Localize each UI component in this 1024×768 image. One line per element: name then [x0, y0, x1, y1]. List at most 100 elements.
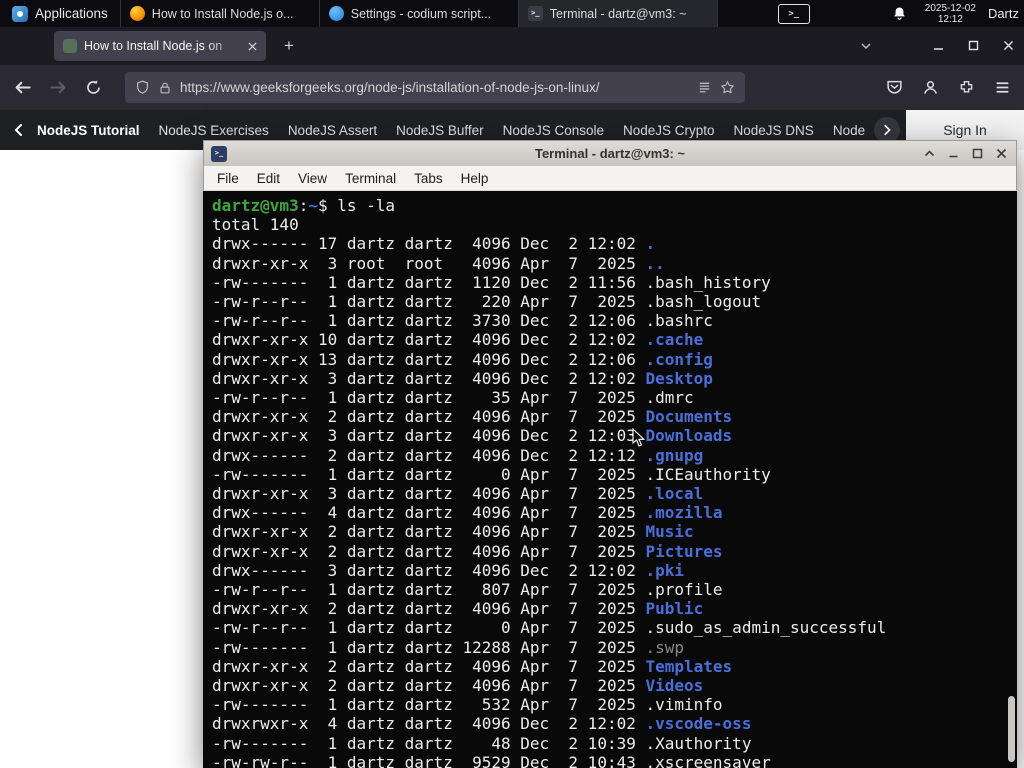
taskbar-window-terminal[interactable]: >_ Terminal - dartz@vm3: ~: [518, 0, 718, 27]
prompt-segment: ls -la: [337, 196, 396, 215]
browser-maximize-icon[interactable]: [967, 39, 980, 52]
browser-close-icon[interactable]: [1002, 39, 1015, 52]
sign-in-button[interactable]: Sign In: [943, 122, 987, 138]
terminal-scrollbar[interactable]: [1006, 191, 1017, 768]
terminal-output-line: -rw------- 1 dartz dartz 0 Apr 7 2025 .I…: [212, 465, 1003, 484]
terminal-scrollbar-thumb[interactable]: [1008, 696, 1015, 762]
file-meta: drwxr-xr-x 3 dartz dartz 4096 Dec 2 12:0…: [212, 368, 646, 388]
clock-date: 2025-12-02: [924, 2, 976, 14]
site-nav-item-active[interactable]: NodeJS Tutorial: [37, 123, 140, 138]
file-name: .Xauthority: [645, 733, 752, 753]
nav-scroll-left-icon[interactable]: [12, 123, 26, 137]
terminal-icon: >_: [527, 6, 543, 21]
taskbar-window-codium[interactable]: Settings - codium script...: [320, 0, 519, 27]
file-name: ..: [645, 253, 665, 273]
file-name: .xscreensaver: [645, 752, 771, 768]
site-nav-item-nodejs-dns[interactable]: NodeJS DNS: [734, 123, 814, 138]
list-tabs-chevron-icon[interactable]: [860, 40, 872, 52]
url-bar[interactable]: https://www.geeksforgeeks.org/node-js/in…: [125, 72, 745, 103]
terminal-output-line: -rw-r--r-- 1 dartz dartz 3730 Dec 2 12:0…: [212, 311, 1003, 330]
new-tab-button[interactable]: +: [284, 36, 294, 55]
browser-minimize-icon[interactable]: [932, 39, 945, 52]
terminal-menu-tabs[interactable]: Tabs: [405, 171, 452, 186]
terminal-menu-terminal[interactable]: Terminal: [336, 171, 405, 186]
terminal-output-line: drwxrwxr-x 4 dartz dartz 4096 Dec 2 12:0…: [212, 714, 1003, 733]
prompt-segment: :: [298, 196, 309, 215]
tray-terminal-icon[interactable]: >_: [777, 3, 810, 24]
file-meta: drwxr-xr-x 3 dartz dartz 4096 Dec 2 12:0…: [212, 426, 646, 446]
terminal-output[interactable]: dartz@vm3:~$ ls -la total 140 drwx------…: [203, 191, 1017, 768]
terminal-output-line: drwxr-xr-x 10 dartz dartz 4096 Dec 2 12:…: [212, 330, 1003, 349]
reload-button[interactable]: [85, 79, 102, 96]
site-nav-item-nodejs-exercises[interactable]: NodeJS Exercises: [159, 123, 269, 138]
terminal-menu-view[interactable]: View: [289, 171, 336, 186]
file-meta: drwxr-xr-x 13 dartz dartz 4096 Dec 2 12:…: [212, 349, 646, 369]
file-name: .swp: [645, 637, 685, 657]
terminal-minimize-icon[interactable]: [947, 147, 960, 160]
file-meta: drwxr-xr-x 2 dartz dartz 4096 Apr 7 2025: [212, 541, 646, 561]
file-name: .sudo_as_admin_successful: [645, 618, 887, 638]
terminal-menu-edit[interactable]: Edit: [248, 171, 289, 186]
file-meta: -rw-r--r-- 1 dartz dartz 3730 Dec 2 12:0…: [212, 311, 646, 331]
browser-tab[interactable]: How to Install Node.js on: [54, 31, 266, 61]
file-name: .ICEauthority: [645, 464, 771, 484]
account-icon[interactable]: [922, 79, 939, 96]
taskbar-window-firefox[interactable]: How to Install Node.js o...: [121, 0, 320, 27]
site-nav-item-nodejs-buffer[interactable]: NodeJS Buffer: [396, 123, 484, 138]
site-nav-item-node[interactable]: Node: [833, 123, 865, 138]
lock-icon[interactable]: [158, 81, 172, 95]
applications-icon: [12, 5, 28, 22]
site-nav-item-nodejs-crypto[interactable]: NodeJS Crypto: [623, 123, 715, 138]
file-meta: drwxrwxr-x 4 dartz dartz 4096 Dec 2 12:0…: [212, 714, 646, 734]
terminal-title: Terminal - dartz@vm3: ~: [534, 146, 686, 161]
file-name: .pki: [645, 560, 685, 580]
terminal-shade-icon[interactable]: [923, 147, 936, 160]
prompt-segment: dartz@vm3: [212, 196, 299, 215]
url-text[interactable]: https://www.geeksforgeeks.org/node-js/in…: [180, 80, 689, 95]
terminal-menu-help[interactable]: Help: [452, 171, 498, 186]
terminal-titlebar[interactable]: >_ Terminal - dartz@vm3: ~: [203, 140, 1017, 166]
terminal-output-line: drwxr-xr-x 2 dartz dartz 4096 Apr 7 2025…: [212, 542, 1003, 561]
tab-close-icon[interactable]: [248, 41, 257, 51]
site-nav-item-nodejs-console[interactable]: NodeJS Console: [503, 123, 604, 138]
file-name: Videos: [645, 676, 704, 696]
file-name: .bash_logout: [645, 292, 762, 312]
terminal-output-line: -rw------- 1 dartz dartz 12288 Apr 7 202…: [212, 638, 1003, 657]
pocket-icon[interactable]: [886, 79, 903, 96]
shield-icon[interactable]: [135, 80, 150, 95]
back-button[interactable]: [13, 78, 32, 97]
file-meta: -rw-rw-r-- 1 dartz dartz 9529 Dec 2 10:4…: [212, 752, 646, 768]
file-meta: drwxr-xr-x 2 dartz dartz 4096 Apr 7 2025: [212, 522, 646, 542]
file-name: .vscode-oss: [645, 714, 752, 734]
file-name: .local: [645, 484, 704, 504]
hamburger-menu-icon[interactable]: [994, 79, 1011, 96]
taskbar-window-label: Terminal - dartz@vm3: ~: [549, 6, 687, 21]
reader-mode-icon[interactable]: [697, 80, 712, 95]
file-name: .viminfo: [645, 695, 723, 715]
terminal-output-line: drwx------ 17 dartz dartz 4096 Dec 2 12:…: [212, 234, 1003, 253]
file-meta: drwx------ 4 dartz dartz 4096 Apr 7 2025: [212, 503, 646, 523]
tab-title: How to Install Node.js on: [84, 39, 223, 53]
terminal-output-line: drwx------ 2 dartz dartz 4096 Dec 2 12:1…: [212, 446, 1003, 465]
file-name: .profile: [645, 580, 723, 600]
terminal-maximize-icon[interactable]: [971, 147, 984, 160]
file-meta: -rw-r--r-- 1 dartz dartz 35 Apr 7 2025: [212, 388, 646, 408]
desktop: Applications How to Install Node.js o...…: [0, 0, 1024, 768]
terminal-menu-file[interactable]: File: [208, 171, 248, 186]
file-name: .bashrc: [645, 311, 713, 331]
clock[interactable]: 2025-12-02 12:12: [925, 3, 976, 25]
extensions-puzzle-icon[interactable]: [958, 79, 975, 96]
notification-bell-icon[interactable]: [892, 6, 907, 21]
forward-button[interactable]: [49, 78, 68, 97]
file-meta: drwx------ 2 dartz dartz 4096 Dec 2 12:1…: [212, 445, 646, 465]
site-nav-item-nodejs-assert[interactable]: NodeJS Assert: [288, 123, 377, 138]
file-meta: -rw-r--r-- 1 dartz dartz 807 Apr 7 2025: [212, 580, 646, 600]
terminal-output-line: -rw------- 1 dartz dartz 532 Apr 7 2025 …: [212, 695, 1003, 714]
bookmark-star-icon[interactable]: [720, 80, 735, 95]
terminal-output-line: -rw-r--r-- 1 dartz dartz 0 Apr 7 2025 .s…: [212, 618, 1003, 637]
terminal-output-line: drwx------ 4 dartz dartz 4096 Apr 7 2025…: [212, 503, 1003, 522]
terminal-close-icon[interactable]: [995, 147, 1008, 160]
file-name: .dmrc: [645, 388, 694, 408]
applications-menu[interactable]: Applications: [0, 0, 120, 27]
prompt-segment: $: [317, 196, 338, 215]
